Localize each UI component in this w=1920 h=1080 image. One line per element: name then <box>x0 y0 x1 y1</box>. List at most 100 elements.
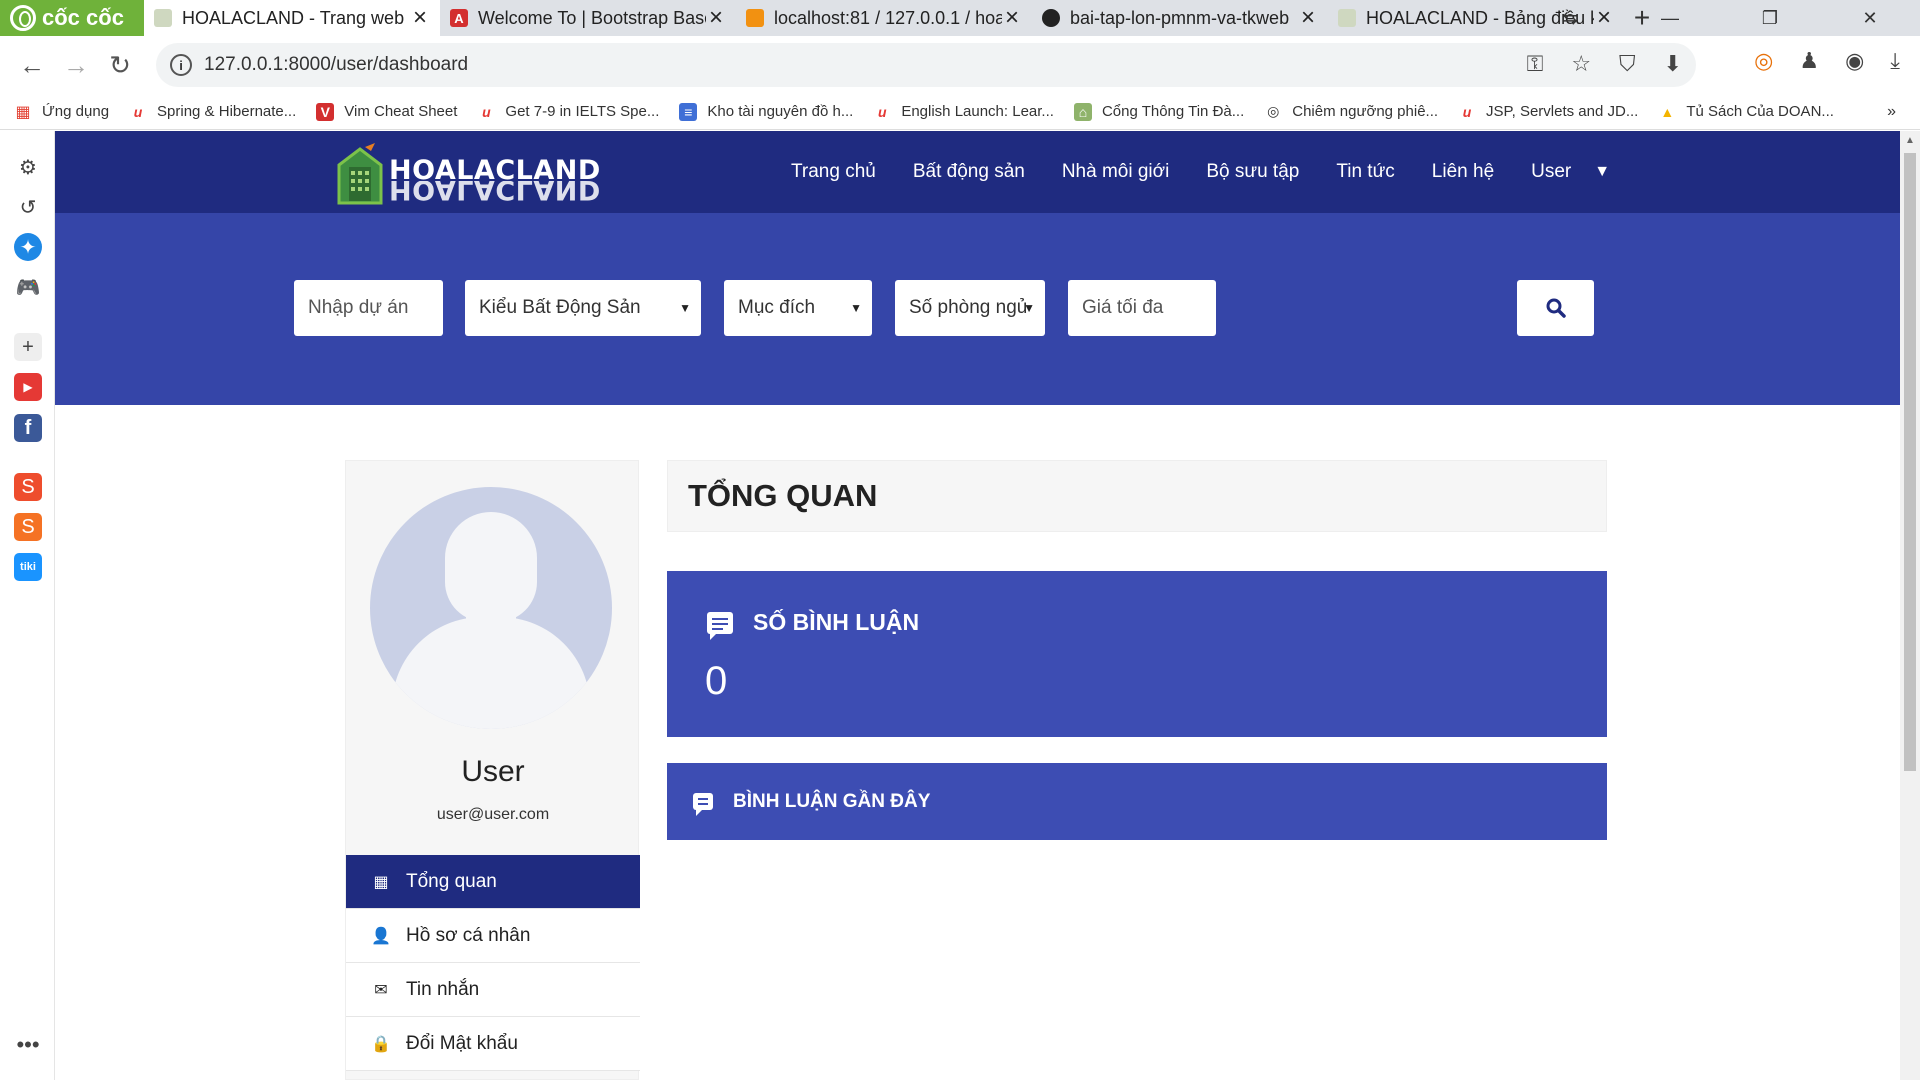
add-icon[interactable]: + <box>14 333 42 361</box>
purpose-select[interactable]: Mục đích ▼ <box>724 280 872 336</box>
comment-count-value: 0 <box>705 659 728 703</box>
profile-menu-change-password[interactable]: 🔒 Đổi Mật khẩu <box>346 1017 640 1071</box>
property-type-select[interactable]: Kiểu Bất Động Sản ▼ <box>465 280 701 336</box>
settings-icon[interactable]: ⚙ <box>14 153 42 181</box>
logo-text-reflection: HOALACLAND <box>389 181 601 203</box>
bookmark-english-launch[interactable]: u English Launch: Lear... <box>873 103 1054 121</box>
project-search-input[interactable]: Nhập dự án <box>294 280 443 336</box>
max-price-placeholder: Giá tối đa <box>1082 297 1164 318</box>
bookmark-label: Kho tài nguyên đồ h... <box>707 103 854 120</box>
bookmark-cong-thong-tin[interactable]: ⌂ Cổng Thông Tin Đà... <box>1073 102 1244 121</box>
bookmark-jsp[interactable]: u JSP, Servlets and JD... <box>1458 103 1639 121</box>
youtube-icon[interactable]: ▶ <box>14 373 42 401</box>
key-icon[interactable]: ⚿ <box>1527 51 1544 77</box>
extension-bell-icon[interactable]: ♟ <box>1799 48 1819 74</box>
bookmark-label: Spring & Hibernate... <box>157 103 297 120</box>
back-icon[interactable]: ← <box>10 43 54 87</box>
scroll-up-icon[interactable]: ▲ <box>1905 135 1915 146</box>
messenger-icon[interactable]: ✦ <box>14 233 42 261</box>
menu-brokers[interactable]: Nhà môi giới <box>1062 161 1170 183</box>
phpmyadmin-favicon-icon <box>746 9 764 27</box>
close-tab-icon[interactable]: × <box>1002 4 1022 32</box>
history-icon[interactable]: ↺ <box>14 193 42 221</box>
main-menu: Trang chủ Bất động sản Nhà môi giới Bộ s… <box>791 131 1610 213</box>
profile-name: User <box>461 755 525 788</box>
user-dropdown-icon[interactable]: ▼ <box>1594 163 1610 181</box>
bedrooms-select[interactable]: Số phòng ngủ ▼ <box>895 280 1045 336</box>
menu-label: Tổng quan <box>406 870 497 892</box>
udemy-icon: u <box>482 103 491 120</box>
project-placeholder: Nhập dự án <box>308 297 409 318</box>
bookmark-apps[interactable]: ▦ Ứng dụng <box>14 103 109 121</box>
facebook-icon[interactable]: f <box>14 414 42 442</box>
url-text: 127.0.0.1:8000/user/dashboard <box>204 54 469 75</box>
google-drive-icon: ▲ <box>1660 103 1675 120</box>
udemy-icon: u <box>1462 103 1472 120</box>
tab-search-icon[interactable]: ⇆ <box>1520 0 1620 36</box>
bookmark-label: JSP, Servlets and JD... <box>1486 103 1639 120</box>
close-tab-icon[interactable]: × <box>1298 4 1318 32</box>
bookmark-label: Get 7-9 in IELTS Spe... <box>505 103 660 120</box>
udemy-icon: u <box>878 103 887 120</box>
menu-home[interactable]: Trang chủ <box>791 161 876 183</box>
scrollbar-thumb[interactable] <box>1904 153 1916 771</box>
tab-bootstrap[interactable]: A Welcome To | Bootstrap Base × <box>440 0 736 36</box>
browser-brand[interactable]: cốc cốc <box>0 0 144 36</box>
minimize-icon[interactable]: — <box>1620 0 1720 36</box>
dashboard-icon: ▦ <box>373 873 389 891</box>
menu-real-estate[interactable]: Bất động sản <box>913 161 1025 183</box>
mail-icon: ✉ <box>374 981 388 999</box>
shield-icon[interactable]: ⛉ <box>1619 51 1636 77</box>
profile-menu-messages[interactable]: ✉ Tin nhắn <box>346 963 640 1017</box>
profile-menu-profile[interactable]: 👤 Hồ sơ cá nhân <box>346 909 640 963</box>
bookmark-ielts[interactable]: u Get 7-9 in IELTS Spe... <box>477 103 659 121</box>
extension-icon[interactable]: ◎ <box>1754 48 1773 74</box>
menu-news[interactable]: Tin tức <box>1336 161 1394 183</box>
bookmark-tu-sach[interactable]: ▲ Tủ Sách Của DOAN... <box>1658 103 1834 121</box>
tab-phpmyadmin[interactable]: localhost:81 / 127.0.0.1 / hoa × <box>736 0 1032 36</box>
menu-contact[interactable]: Liên hệ <box>1432 161 1494 183</box>
address-bar[interactable]: i 127.0.0.1:8000/user/dashboard ⚿ ☆ ⛉ ⬇ <box>156 43 1696 87</box>
tab-title: bai-tap-lon-pmnm-va-tkweb <box>1070 7 1290 28</box>
avatar <box>370 487 612 729</box>
restore-icon[interactable]: ❐ <box>1720 0 1820 36</box>
page-viewport: HOALACLAND HOALACLAND Trang chủ Bất động… <box>55 131 1900 1080</box>
browser-tabbar: cốc cốc HOALACLAND - Trang web m × A Wel… <box>0 0 1920 36</box>
max-price-input[interactable]: Giá tối đa <box>1068 280 1216 336</box>
bookmark-star-icon[interactable]: ☆ <box>1571 51 1591 77</box>
close-window-icon[interactable]: ✕ <box>1820 0 1920 36</box>
more-bookmarks-icon[interactable]: » <box>1887 103 1896 121</box>
bookmark-vim[interactable]: V Vim Cheat Sheet <box>316 102 458 121</box>
tiki-icon[interactable]: tiki <box>14 553 42 581</box>
profile-menu-overview[interactable]: ▦ Tổng quan <box>346 855 640 909</box>
hoalacland-logo[interactable]: HOALACLAND HOALACLAND <box>335 137 601 213</box>
github-favicon-icon <box>1042 9 1060 27</box>
reload-icon[interactable]: ↻ <box>98 43 142 87</box>
bookmark-kho-tai-nguyen[interactable]: ≡ Kho tài nguyên đồ h... <box>679 102 854 121</box>
search-button[interactable] <box>1517 280 1594 336</box>
close-tab-icon[interactable]: × <box>706 4 726 32</box>
bookmark-spring[interactable]: u Spring & Hibernate... <box>129 103 297 121</box>
tab-github[interactable]: bai-tap-lon-pmnm-va-tkweb × <box>1032 0 1328 36</box>
downloads-icon[interactable]: ⤓ <box>1890 48 1900 74</box>
download-page-icon[interactable]: ⬇ <box>1664 51 1682 77</box>
forward-icon[interactable]: → <box>54 43 98 87</box>
bookmark-chiem-nguong[interactable]: ◎ Chiêm ngưỡng phiê... <box>1264 103 1438 121</box>
bedrooms-value: Số phòng ngủ <box>909 297 1028 318</box>
more-icon[interactable]: ••• <box>14 1031 42 1059</box>
vim-icon: V <box>316 102 335 121</box>
menu-user[interactable]: User <box>1531 161 1571 183</box>
menu-collections[interactable]: Bộ sưu tập <box>1206 161 1299 183</box>
bookmark-label: Vim Cheat Sheet <box>344 103 458 120</box>
close-tab-icon[interactable]: × <box>410 4 430 32</box>
page-scrollbar[interactable]: ▲ <box>1900 131 1920 1080</box>
bookmark-label: Tủ Sách Của DOAN... <box>1686 103 1834 120</box>
recent-comments-header[interactable]: BÌNH LUẬN GẦN ĐÂY <box>667 763 1607 840</box>
shopee-icon[interactable]: S <box>14 473 42 501</box>
lazada-icon[interactable]: S <box>14 513 42 541</box>
profile-icon[interactable]: ◉ <box>1845 48 1864 74</box>
game-icon[interactable]: 🎮 <box>14 273 42 301</box>
site-info-icon[interactable]: i <box>170 54 192 76</box>
tab-hoalacland-home[interactable]: HOALACLAND - Trang web m × <box>144 0 440 36</box>
comment-count-label: SỐ BÌNH LUẬN <box>753 609 920 635</box>
